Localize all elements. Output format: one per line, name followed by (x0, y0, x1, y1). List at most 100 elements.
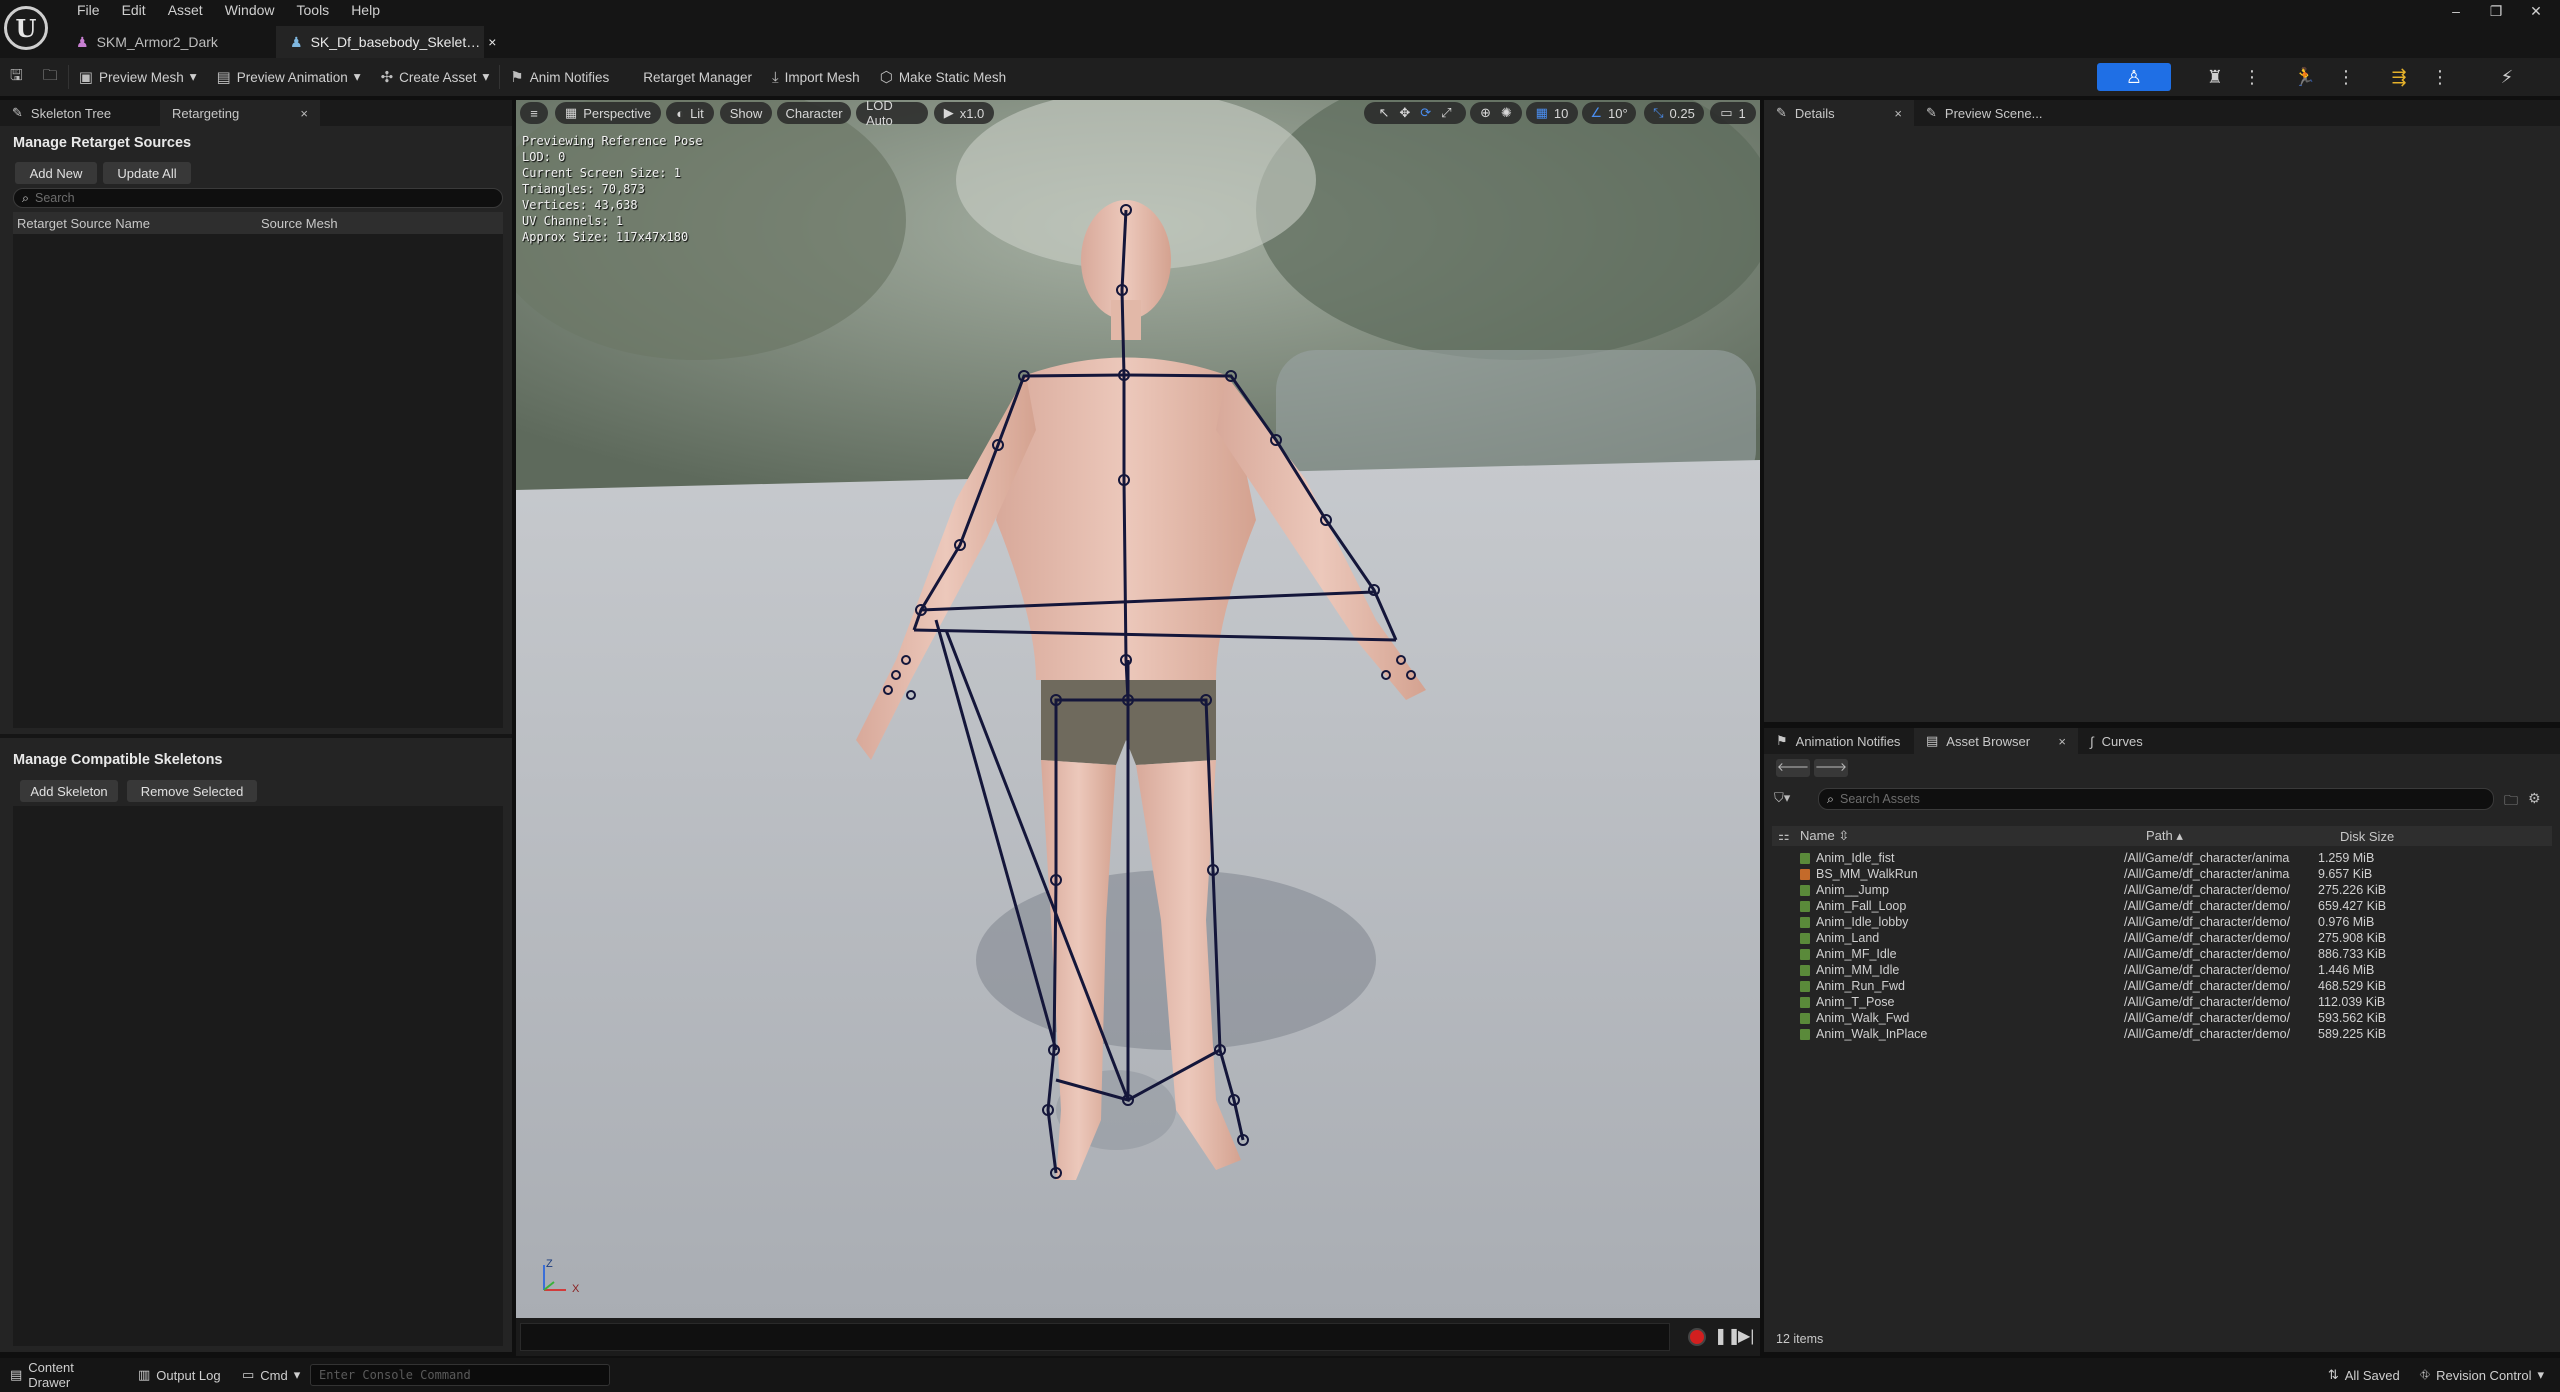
tab-skeleton-tree[interactable]: ✎ Skeleton Tree (0, 100, 160, 126)
scale-snap-button[interactable]: ⤡ 0.25 (1644, 102, 1704, 124)
col-size[interactable]: Disk Size (2332, 829, 2394, 844)
lit-button[interactable]: ◐ Lit (666, 102, 714, 124)
menu-window[interactable]: Window (214, 0, 286, 22)
browse-button[interactable]: 🗀 (33, 58, 68, 96)
asset-row[interactable]: Anim_MM_Idle/All/Game/df_character/demo/… (1796, 962, 2552, 978)
save-button[interactable]: 🖫 (0, 58, 33, 96)
cmd-selector[interactable]: ▭ Cmd ▾ (232, 1358, 310, 1392)
perspective-button[interactable]: ▦ Perspective (555, 102, 661, 124)
asset-row[interactable]: Anim_Idle_fist/All/Game/df_character/ani… (1796, 850, 2552, 866)
tab-asset-browser[interactable]: ▤ Asset Browser × (1914, 728, 2078, 754)
asset-row[interactable]: Anim_MF_Idle/All/Game/df_character/demo/… (1796, 946, 2552, 962)
character-button[interactable]: Character (777, 102, 851, 124)
rotation-snap-button[interactable]: ∠ 10° (1582, 102, 1636, 124)
more-options-icon[interactable]: ⋮ (2242, 63, 2262, 91)
doc-tab-armor[interactable]: ♟ SKM_Armor2_Dark (62, 26, 272, 58)
scale-icon[interactable]: ⤢ (1441, 105, 1451, 121)
anim-notifies-button[interactable]: ⚑ Anim Notifies (500, 58, 619, 96)
output-log-button[interactable]: ▥ Output Log (128, 1358, 232, 1392)
asset-row[interactable]: Anim_Walk_InPlace/All/Game/df_character/… (1796, 1026, 2552, 1042)
pause-button[interactable]: ❚❚ (1714, 1326, 1741, 1346)
tab-details[interactable]: ✎ Details × (1764, 100, 1914, 126)
asset-row[interactable]: Anim_Walk_Fwd/All/Game/df_character/demo… (1796, 1010, 2552, 1026)
section-divider[interactable] (0, 734, 512, 738)
content-drawer-button[interactable]: ▤ Content Drawer (0, 1358, 128, 1392)
asset-row[interactable]: Anim_Fall_Loop/All/Game/df_character/dem… (1796, 898, 2552, 914)
play-rate-button[interactable]: ▶ x1.0 (934, 102, 994, 124)
asset-row[interactable]: Anim_Land/All/Game/df_character/demo/275… (1796, 930, 2552, 946)
camera-speed-button[interactable]: ▭ 1 (1710, 102, 1756, 124)
import-mesh-button[interactable]: ⤓ Import Mesh (762, 58, 870, 96)
close-icon[interactable]: × (488, 34, 496, 50)
console-input[interactable]: Enter Console Command (310, 1364, 610, 1386)
step-forward-button[interactable]: ▶| (1738, 1326, 1754, 1346)
rotate-icon[interactable]: ⟳ (1420, 105, 1431, 121)
animation-mode-button[interactable]: 🏃 (2290, 63, 2320, 91)
physics-mode-button[interactable]: ⚡ (2492, 63, 2522, 91)
col-source-name[interactable]: Retarget Source Name (13, 216, 261, 231)
grid-snap-button[interactable]: ▦ 10 (1526, 102, 1578, 124)
retarget-search-input[interactable]: ⌕ Search (13, 188, 503, 208)
menu-help[interactable]: Help (340, 0, 391, 22)
back-button[interactable]: 🡐 (1776, 759, 1810, 777)
preview-viewport[interactable]: Z X (516, 100, 1760, 1318)
show-button[interactable]: Show (720, 102, 772, 124)
coordinate-space-icon[interactable]: ⊕ (1480, 105, 1491, 121)
preview-animation-button[interactable]: ▤ Preview Animation ▾ (207, 58, 371, 96)
surface-snap-icon[interactable]: ✺ (1501, 105, 1512, 121)
more-options-icon[interactable]: ⋮ (2336, 63, 2356, 91)
col-path[interactable]: Path ▴ (2146, 828, 2332, 844)
remove-selected-button[interactable]: Remove Selected (127, 780, 257, 802)
scrub-track[interactable] (520, 1323, 1670, 1351)
lod-button[interactable]: LOD Auto (856, 98, 928, 128)
record-button[interactable] (1688, 1328, 1706, 1346)
col-source-mesh[interactable]: Source Mesh (261, 216, 338, 231)
col-name[interactable]: Name ⇳ (1796, 828, 2146, 844)
asset-row[interactable]: Anim_T_Pose/All/Game/df_character/demo/1… (1796, 994, 2552, 1010)
settings-gear-icon[interactable]: ⚙ (2528, 790, 2541, 807)
unreal-logo-icon[interactable]: U (4, 6, 48, 50)
asset-row[interactable]: Anim_Run_Fwd/All/Game/df_character/demo/… (1796, 978, 2552, 994)
mesh-mode-icon: ♜ (2206, 66, 2224, 87)
retarget-manager-button[interactable]: Retarget Manager (633, 58, 762, 96)
translate-icon[interactable]: ✥ (1399, 105, 1410, 121)
tab-preview-scene[interactable]: ✎ Preview Scene... (1914, 100, 2074, 126)
select-icon[interactable]: ↖ (1378, 105, 1389, 121)
tab-retargeting[interactable]: Retargeting × (160, 100, 320, 126)
asset-row[interactable]: BS_MM_WalkRun/All/Game/df_character/anim… (1796, 866, 2552, 882)
close-icon[interactable]: × (2058, 734, 2066, 749)
close-window-button[interactable]: ✕ (2516, 0, 2556, 22)
tab-curves[interactable]: ∫ Curves (2078, 728, 2168, 754)
menu-asset[interactable]: Asset (157, 0, 214, 22)
filter-button[interactable]: ⛉▾ (1774, 790, 1790, 806)
minimize-button[interactable]: – (2436, 0, 2476, 22)
restore-button[interactable]: ❐ (2476, 0, 2516, 22)
menu-edit[interactable]: Edit (111, 0, 157, 22)
asset-search-input[interactable]: ⌕ Search Assets (1818, 788, 2494, 810)
create-asset-button[interactable]: ✣ Create Asset ▾ (371, 58, 500, 96)
add-new-button[interactable]: Add New (15, 162, 97, 184)
close-icon[interactable]: × (1894, 106, 1902, 121)
all-saved-indicator[interactable]: ⇅ All Saved (2318, 1358, 2410, 1392)
make-static-mesh-button[interactable]: ⬡ Make Static Mesh (870, 58, 1016, 96)
asset-name: Anim__Jump (1816, 883, 1889, 897)
update-all-button[interactable]: Update All (103, 162, 191, 184)
doc-tab-skeleton[interactable]: ♟ SK_Df_basebody_Skelet… × (276, 26, 496, 58)
mesh-mode-button[interactable]: ♜ (2200, 63, 2230, 91)
folder-icon[interactable]: 🗀 (2504, 790, 2518, 814)
asset-row[interactable]: Anim_Idle_lobby/All/Game/df_character/de… (1796, 914, 2552, 930)
menu-tools[interactable]: Tools (286, 0, 341, 22)
tab-animation-notifies[interactable]: ⚑ Animation Notifies (1764, 728, 1914, 754)
more-options-icon[interactable]: ⋮ (2430, 63, 2450, 91)
column-options-icon[interactable]: ⚏ (1772, 828, 1796, 844)
viewport-menu-button[interactable]: ≡ (520, 102, 548, 124)
forward-button[interactable]: 🡒 (1814, 759, 1848, 777)
revision-control-button[interactable]: ⛗ Revision Control ▾ (2410, 1358, 2560, 1392)
preview-mesh-button[interactable]: ▣ Preview Mesh ▾ (69, 58, 207, 96)
menu-file[interactable]: File (66, 0, 111, 22)
close-icon[interactable]: × (300, 106, 308, 121)
add-skeleton-button[interactable]: Add Skeleton (20, 780, 118, 802)
skeleton-mode-button[interactable]: ♙ (2097, 63, 2171, 91)
asset-row[interactable]: Anim__Jump/All/Game/df_character/demo/27… (1796, 882, 2552, 898)
blueprint-mode-button[interactable]: ⇶ (2384, 63, 2414, 91)
